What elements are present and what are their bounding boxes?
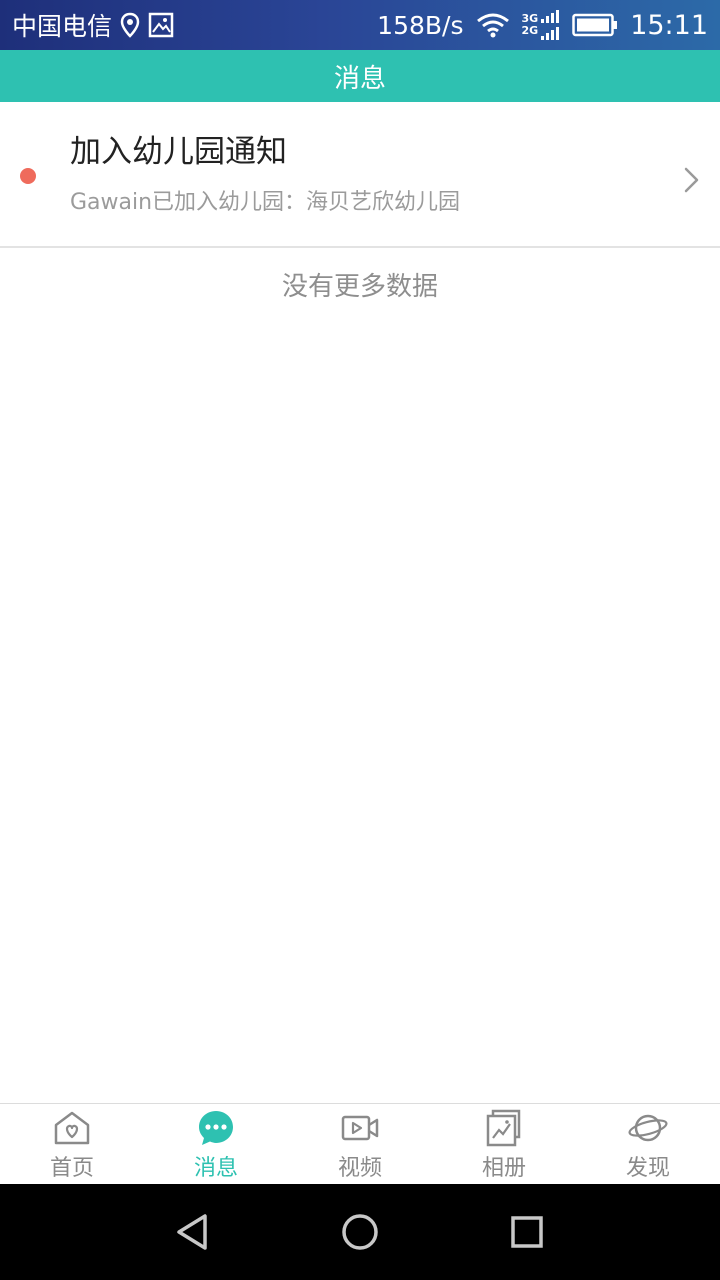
system-nav-bar — [0, 1184, 720, 1280]
location-icon — [120, 12, 140, 38]
tab-album[interactable]: 相册 — [432, 1104, 576, 1184]
album-icon — [484, 1108, 524, 1148]
carrier-label: 中国电信 — [12, 12, 113, 41]
video-icon — [340, 1108, 380, 1148]
home-circle-icon[interactable] — [330, 1202, 390, 1262]
title-bar: 消息 — [0, 50, 720, 102]
tab-label: 视频 — [337, 1156, 382, 1181]
battery-icon — [572, 13, 618, 37]
tab-video[interactable]: 视频 — [288, 1104, 432, 1184]
home-icon — [52, 1108, 92, 1148]
tab-label: 首页 — [49, 1156, 94, 1181]
tab-discover[interactable]: 发现 — [576, 1104, 720, 1184]
page-title: 消息 — [333, 63, 386, 94]
signal-icon: 3G 2G — [522, 10, 561, 40]
tab-label: 发现 — [625, 1156, 670, 1181]
clock: 15:11 — [630, 9, 708, 41]
tab-messages[interactable]: 消息 — [144, 1104, 288, 1184]
status-bar: 中国电信 158B/s 3G 2G 15:11 — [0, 0, 720, 50]
wifi-icon — [476, 12, 510, 38]
back-icon[interactable] — [163, 1202, 223, 1262]
image-icon — [148, 12, 174, 38]
chevron-right-icon — [682, 166, 702, 194]
message-icon — [196, 1108, 236, 1148]
recents-icon[interactable] — [497, 1202, 557, 1262]
message-preview: Gawain已加入幼儿园：海贝艺欣幼儿园 — [70, 190, 461, 215]
tab-label: 相册 — [481, 1156, 526, 1181]
message-list: 加入幼儿园通知 Gawain已加入幼儿园：海贝艺欣幼儿园 — [0, 102, 720, 248]
net-speed: 158B/s — [377, 10, 464, 40]
unread-dot — [20, 168, 36, 184]
message-title: 加入幼儿园通知 — [70, 134, 287, 170]
no-more-data-label: 没有更多数据 — [281, 272, 438, 302]
net-type-bottom: 2G — [521, 24, 539, 37]
tab-label: 消息 — [193, 1156, 238, 1181]
message-item[interactable]: 加入幼儿园通知 Gawain已加入幼儿园：海贝艺欣幼儿园 — [0, 102, 720, 248]
discover-icon — [628, 1108, 668, 1148]
bottom-tab-bar: 首页 消息 视频 相册 发现 — [0, 1103, 720, 1184]
tab-home[interactable]: 首页 — [0, 1104, 144, 1184]
